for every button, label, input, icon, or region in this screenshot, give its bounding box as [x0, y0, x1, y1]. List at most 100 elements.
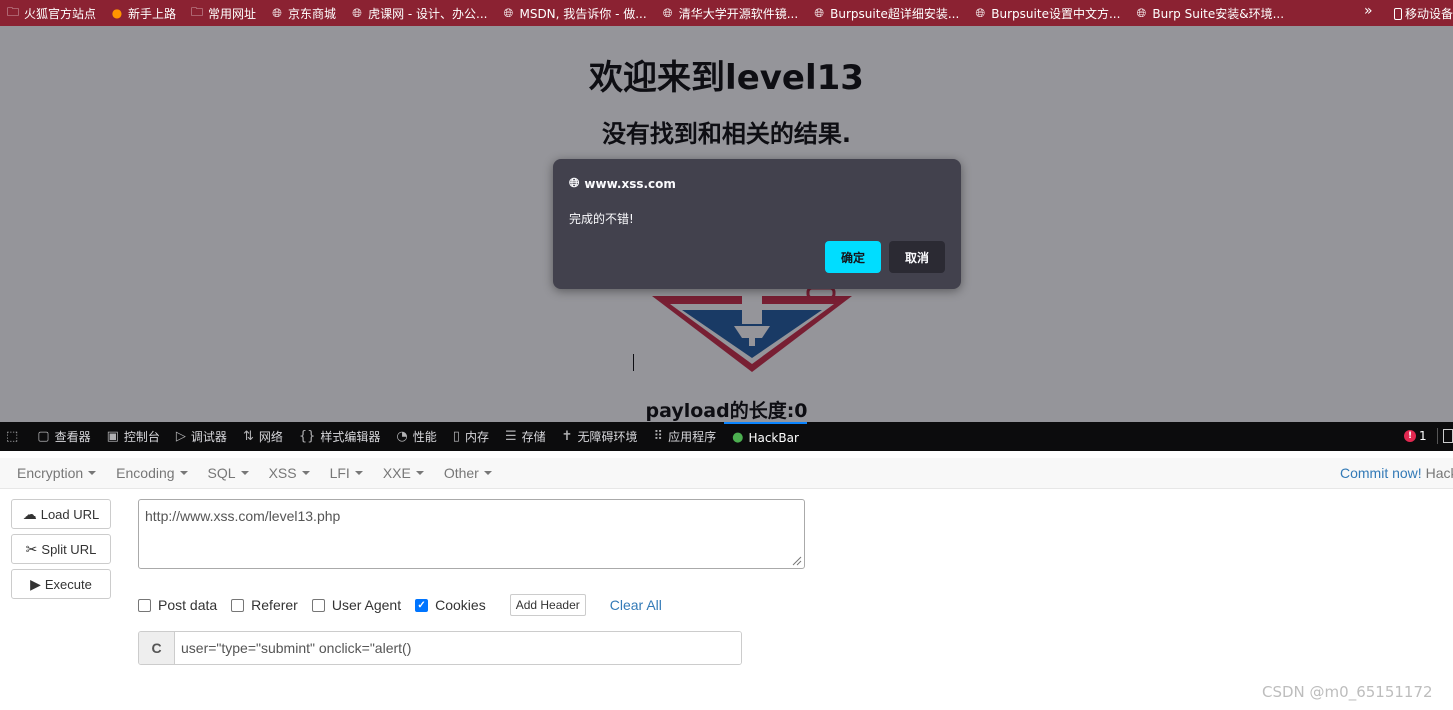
execute-label: Execute — [44, 576, 92, 592]
error-count-badge[interactable]: ! 1 — [1404, 429, 1427, 443]
bookmark-label: 京东商城 — [288, 6, 337, 21]
post-data-checkbox[interactable] — [138, 598, 151, 612]
bookmark-item[interactable]: 🌐︎ 清华大学开源软件镜... — [661, 5, 798, 22]
tab-performance[interactable]: ◔ 性能 — [388, 422, 444, 451]
cookie-input[interactable] — [175, 632, 741, 664]
menu-other[interactable]: Other — [444, 465, 492, 481]
mobile-bookmarks[interactable]: 移动设备 — [1394, 5, 1453, 22]
globe-icon: 🌐︎ — [569, 176, 580, 191]
menu-label: Encoding — [116, 465, 175, 481]
tab-console[interactable]: ▣ 控制台 — [99, 422, 168, 451]
tab-label: 无障碍环境 — [577, 430, 638, 444]
application-icon: ⠿ — [653, 429, 664, 444]
mobile-device-icon — [1394, 7, 1402, 20]
url-input[interactable]: http://www.xss.com/level13.php — [138, 499, 805, 569]
post-data-option[interactable]: Post data — [138, 597, 217, 613]
folder-icon: 🗀 — [6, 4, 19, 19]
bookmark-item[interactable]: 🗀 常用网址 — [190, 5, 256, 22]
cancel-button[interactable]: 取消 — [889, 241, 945, 273]
option-label: User Agent — [331, 597, 402, 613]
devtools-toolbar: ⬚ ▢ 查看器 ▣ 控制台 ▷ 调试器 ⇅ 网络 {} 样式编辑器 ◔ 性能 ▯ 内存 ☰ 存储… — [0, 422, 1453, 451]
cookies-option[interactable]: ✓ Cookies — [415, 597, 486, 613]
debugger-icon: ▷ — [175, 429, 186, 444]
tab-storage[interactable]: ☰ 存储 — [497, 422, 554, 451]
tab-network[interactable]: ⇅ 网络 — [235, 422, 291, 451]
menu-label: SQL — [207, 465, 236, 481]
ok-button[interactable]: 确定 — [825, 241, 881, 273]
memory-icon: ▯ — [452, 429, 460, 444]
menu-xss[interactable]: XSS — [269, 465, 310, 481]
bookmark-item[interactable]: 🌐︎ Burp Suite安装&环境... — [1134, 5, 1284, 22]
caret-down-icon — [179, 471, 188, 475]
caret-down-icon — [240, 471, 249, 475]
performance-icon: ◔ — [396, 429, 408, 444]
bookmark-label: 常用网址 — [208, 6, 257, 21]
referer-checkbox[interactable] — [231, 598, 245, 612]
commit-suffix: Hack — [1425, 465, 1453, 481]
dock-options-icon[interactable] — [1443, 429, 1453, 443]
bookmarks-overflow-chevron-icon[interactable]: » — [1364, 3, 1373, 19]
option-label: Referer — [251, 597, 298, 613]
execute-button[interactable]: ▶ Execute — [11, 569, 111, 599]
mobile-bookmarks-label: 移动设备 — [1405, 7, 1453, 21]
menu-label: XSS — [268, 465, 297, 481]
caret-down-icon — [354, 471, 363, 475]
cookies-checkbox[interactable]: ✓ — [415, 598, 429, 612]
tab-label: 存储 — [521, 430, 546, 444]
tab-label: 控制台 — [123, 430, 160, 444]
menu-sql[interactable]: SQL — [208, 465, 249, 481]
split-url-button[interactable]: ✂ Split URL — [11, 534, 111, 564]
play-circle-icon: ▶ — [30, 575, 41, 592]
tab-accessibility[interactable]: ✝ 无障碍环境 — [554, 422, 646, 451]
clear-all-link[interactable]: Clear All — [610, 597, 662, 613]
cookie-prefix: C — [139, 632, 175, 664]
referer-option[interactable]: Referer — [231, 597, 298, 613]
split-url-label: Split URL — [41, 541, 97, 557]
globe-icon: 🌐︎ — [662, 5, 673, 20]
caret-down-icon — [301, 471, 310, 475]
menu-lfi[interactable]: LFI — [330, 465, 363, 481]
style-editor-icon: {} — [298, 429, 316, 444]
globe-icon: 🌐︎ — [814, 5, 824, 20]
globe-icon: 🌐︎ — [1136, 5, 1147, 20]
tab-inspector[interactable]: ▢ 查看器 — [29, 422, 98, 451]
tab-style-editor[interactable]: {} 样式编辑器 — [291, 422, 389, 451]
globe-icon: 🌐︎ — [272, 5, 282, 20]
request-options: Post data Referer User Agent ✓ Cookies Ad… — [138, 594, 662, 616]
tab-application[interactable]: ⠿ 应用程序 — [646, 422, 725, 451]
scissors-icon: ✂ — [25, 540, 38, 557]
menu-label: Encryption — [17, 465, 84, 481]
user-agent-checkbox[interactable] — [311, 598, 325, 612]
bookmark-item[interactable]: 🌐︎ 京东商城 — [270, 5, 336, 22]
element-picker-button[interactable]: ⬚ — [0, 422, 29, 451]
user-agent-option[interactable]: User Agent — [311, 597, 402, 613]
menu-encryption[interactable]: Encryption — [17, 465, 97, 481]
bookmark-item[interactable]: 🌐︎ Burpsuite超详细安装... — [812, 5, 959, 22]
add-header-button[interactable]: Add Header — [509, 594, 586, 616]
bookmark-label: Burp Suite安装&环境... — [1152, 6, 1285, 21]
tab-memory[interactable]: ▯ 内存 — [445, 422, 497, 451]
commit-link-text: Commit now! — [1340, 465, 1422, 481]
load-url-button[interactable]: ☁ Load URL — [11, 499, 111, 529]
error-icon: ! — [1404, 430, 1416, 442]
bookmarks-toolbar: 🗀 火狐官方站点 ● 新手上路 🗀 常用网址 🌐︎ 京东商城 🌐︎ 虎课网 - 设计、办公… — [0, 0, 1453, 26]
globe-icon: 🌐︎ — [975, 5, 986, 20]
tab-hackbar[interactable]: ● HackBar — [724, 422, 807, 451]
menu-encoding[interactable]: Encoding — [116, 465, 188, 481]
cookie-field: C — [138, 631, 742, 665]
resize-grip-icon[interactable] — [790, 554, 802, 566]
bookmark-item[interactable]: ● 新手上路 — [110, 5, 176, 22]
network-icon: ⇅ — [242, 429, 254, 444]
error-count: 1 — [1419, 429, 1427, 443]
bookmark-item[interactable]: 🌐︎ MSDN, 我告诉你 - 做... — [501, 5, 647, 22]
tab-debugger[interactable]: ▷ 调试器 — [168, 422, 235, 451]
menu-xxe[interactable]: XXE — [383, 465, 424, 481]
tab-label: 样式编辑器 — [320, 430, 381, 444]
hackbar-icon: ● — [732, 430, 744, 445]
bookmark-item[interactable]: 🗀 火狐官方站点 — [6, 5, 96, 22]
bookmark-item[interactable]: 🌐︎ 虎课网 - 设计、办公... — [350, 5, 487, 22]
bookmark-item[interactable]: 🌐︎ Burpsuite设置中文方... — [973, 5, 1120, 22]
commit-link[interactable]: Commit now! Hack — [1340, 465, 1453, 481]
bookmark-label: 新手上路 — [128, 6, 177, 21]
toolbar-divider — [1437, 428, 1438, 444]
